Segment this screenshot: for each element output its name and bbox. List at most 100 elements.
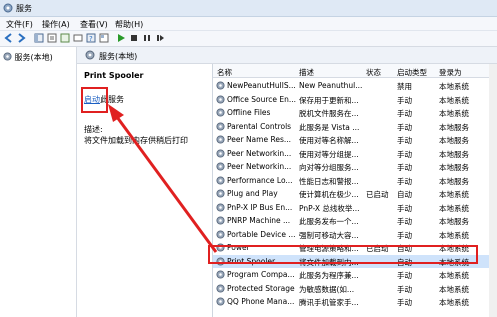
table-row[interactable]: QQ Phone Mana... 腾讯手机管家手... 手动 本地系统 xyxy=(213,295,497,308)
table-row[interactable]: Peer Name Res... 使用对等名称解... 手动 本地服务 xyxy=(213,133,497,146)
cell-name: Parental Controls xyxy=(227,121,292,131)
console-tree: 服务(本地) xyxy=(0,47,77,317)
cell-name: Program Compa... xyxy=(227,270,295,279)
cell-logon: 本地系统 xyxy=(439,109,469,118)
description-text: 将文件加载到内存供稍后打印 xyxy=(84,136,188,145)
cell-desc: 腾讯手机管家手... xyxy=(299,298,359,307)
table-row[interactable]: Parental Controls 此服务是 Vista ... 手动 本地服务 xyxy=(213,120,497,133)
table-row[interactable]: Performance Lo... 性能日志和警报... 手动 本地服务 xyxy=(213,174,497,187)
cell-desc: 此服务是 Vista ... xyxy=(299,122,360,132)
cell-desc: New Peanuthul... xyxy=(299,81,363,90)
table-row[interactable]: Plug and Play 使计算机在极少... 已启动 自动 本地系统 xyxy=(213,187,497,200)
col-desc[interactable]: 描述 xyxy=(299,67,314,78)
toolbar: ? xyxy=(0,31,497,47)
table-row[interactable]: Program Compa... 此服务为程序兼... 手动 本地系统 xyxy=(213,268,497,281)
help-icon[interactable]: ? xyxy=(86,33,96,43)
gear-icon xyxy=(216,175,225,185)
cell-startup: 手动 xyxy=(397,95,412,105)
menu-file[interactable]: 文件(F) xyxy=(6,19,33,30)
forward-icon[interactable] xyxy=(16,33,26,43)
cell-logon: 本地服务 xyxy=(439,136,469,145)
cell-startup: 手动 xyxy=(397,271,412,280)
table-row[interactable]: PNRP Machine ... 此服务发布一个... 手动 本地服务 xyxy=(213,214,497,227)
back-icon[interactable] xyxy=(4,33,14,43)
pause-icon[interactable] xyxy=(142,33,152,43)
cell-name: Offline Files xyxy=(227,108,271,117)
cell-startup: 手动 xyxy=(397,203,412,213)
export-icon[interactable] xyxy=(73,33,83,43)
cell-logon: 本地服务 xyxy=(439,149,469,159)
table-row[interactable]: Office Source En... 保存用于更新和... 手动 本地系统 xyxy=(213,93,497,106)
cell-desc: PnP-X 总线枚举... xyxy=(299,203,360,213)
window-title: 服务 xyxy=(16,4,32,13)
stop-icon[interactable] xyxy=(129,33,139,43)
cell-name: Protected Storage xyxy=(227,283,295,293)
cell-logon: 本地系统 xyxy=(439,82,469,91)
cell-startup: 手动 xyxy=(397,284,412,294)
cell-logon: 本地系统 xyxy=(439,230,469,240)
cell-startup: 手动 xyxy=(397,230,412,240)
cell-startup: 手动 xyxy=(397,298,412,307)
cell-logon: 本地服务 xyxy=(439,163,469,172)
cell-startup: 手动 xyxy=(397,122,412,132)
services-list: 名称 描述 状态 启动类型 登录为 NewPeanutHullS... New P… xyxy=(212,64,497,317)
vertical-scrollbar[interactable] xyxy=(489,64,497,317)
cell-desc: 脱机文件服务在... xyxy=(299,109,359,118)
cell-name: Portable Device ... xyxy=(227,229,296,239)
cell-desc: 为敏感数据(如... xyxy=(299,284,355,294)
service-name: Print Spooler xyxy=(84,71,144,80)
detail-header: 服务(本地) xyxy=(77,47,497,64)
console-tree-icon[interactable] xyxy=(34,33,44,43)
restart-icon[interactable] xyxy=(155,33,165,43)
cell-name: PNRP Machine ... xyxy=(227,216,291,225)
table-row[interactable]: Peer Networkin... 向对等分组服务... 手动 本地服务 xyxy=(213,160,497,173)
cell-startup: 手动 xyxy=(397,149,412,159)
table-row[interactable]: NewPeanutHullS... New Peanuthul... 禁用 本地系统 xyxy=(213,79,497,92)
table-row[interactable]: Offline Files 脱机文件服务在... 手动 本地系统 xyxy=(213,106,497,119)
start-icon[interactable] xyxy=(116,33,126,43)
menu-view[interactable]: 查看(V) xyxy=(80,19,108,30)
cell-name: Performance Lo... xyxy=(227,175,293,185)
description-label: 描述: xyxy=(84,125,103,134)
cell-startup: 禁用 xyxy=(397,82,412,91)
col-name[interactable]: 名称 xyxy=(217,67,232,78)
gear-icon xyxy=(216,189,225,198)
gear-icon xyxy=(216,297,225,306)
cell-desc: 向对等分组服务... xyxy=(299,163,359,172)
cell-logon: 本地服务 xyxy=(439,122,469,132)
refresh-icon[interactable] xyxy=(60,33,70,43)
table-row[interactable]: PnP-X IP Bus En... PnP-X 总线枚举... 手动 本地系统 xyxy=(213,201,497,214)
gear-icon xyxy=(216,135,225,144)
cell-startup: 手动 xyxy=(397,176,412,186)
cell-startup: 手动 xyxy=(397,163,412,172)
detail-header-label: 服务(本地) xyxy=(99,52,138,61)
gear-icon xyxy=(216,121,225,131)
highlight-start-link xyxy=(81,87,108,113)
gear-icon xyxy=(3,52,12,61)
table-row[interactable]: Portable Device ... 强制可移动大容... 手动 本地系统 xyxy=(213,228,497,241)
cell-name: QQ Phone Mana... xyxy=(227,297,295,306)
col-logon[interactable]: 登录为 xyxy=(439,67,462,78)
highlight-selected-row xyxy=(208,245,478,264)
cell-logon: 本地系统 xyxy=(439,190,469,199)
cell-name: PnP-X IP Bus En... xyxy=(227,202,293,212)
gear-icon xyxy=(216,81,225,90)
table-row[interactable]: Protected Storage 为敏感数据(如... 手动 本地系统 xyxy=(213,282,497,295)
tree-item-services-local[interactable]: 服务(本地) xyxy=(3,52,53,63)
properties-icon[interactable] xyxy=(47,33,57,43)
menu-action[interactable]: 操作(A) xyxy=(42,19,70,30)
view-icon[interactable] xyxy=(99,33,109,43)
service-description: 描述: 将文件加载到内存供稍后打印 xyxy=(84,124,204,146)
cell-desc: 此服务发布一个... xyxy=(299,217,359,226)
gear-icon xyxy=(216,148,225,158)
services-icon xyxy=(3,3,13,13)
col-startup[interactable]: 启动类型 xyxy=(397,67,427,78)
cell-desc: 强制可移动大容... xyxy=(299,230,359,240)
cell-name: Peer Name Res... xyxy=(227,135,292,144)
gear-icon xyxy=(216,229,225,239)
gear-icon xyxy=(216,162,225,171)
cell-status: 已启动 xyxy=(366,190,389,199)
menu-help[interactable]: 帮助(H) xyxy=(115,19,143,30)
table-row[interactable]: Peer Networkin... 使用对等分组提... 手动 本地服务 xyxy=(213,147,497,160)
col-status[interactable]: 状态 xyxy=(366,67,381,78)
